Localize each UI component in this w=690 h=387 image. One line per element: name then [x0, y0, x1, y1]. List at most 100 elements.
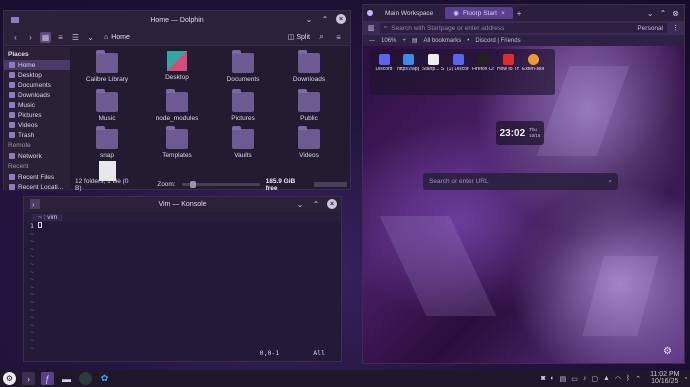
close-tab-icon[interactable]: ×	[501, 10, 505, 17]
app-launcher-icon[interactable]: ⚙	[3, 372, 16, 385]
dolphin-task-icon[interactable]: ▬	[60, 372, 73, 385]
bookmark-discord[interactable]: Discord | Friends	[475, 38, 520, 44]
wifi-icon[interactable]: ◠	[615, 375, 621, 383]
chevron-down-icon[interactable]: ⌄	[85, 32, 96, 43]
display-icon[interactable]: ▢	[591, 375, 598, 383]
place-network[interactable]: Network	[4, 151, 70, 161]
file-label: Downloads	[292, 76, 326, 83]
back-arrow-icon[interactable]: ‹	[10, 32, 21, 43]
show-desktop-icon[interactable]: ▫	[685, 375, 687, 382]
shortcut-tile[interactable]: Startp... Search	[422, 54, 444, 73]
maximize-chevron-icon[interactable]: ⌃	[660, 9, 667, 18]
minimize-chevron-icon[interactable]: ⌄	[647, 9, 654, 18]
konsole-task-icon[interactable]: ›	[22, 372, 35, 385]
close-icon[interactable]: ×	[336, 14, 346, 24]
zoom-slider[interactable]	[181, 181, 260, 188]
minimize-chevron-icon[interactable]: ⌄	[304, 14, 314, 24]
gear-icon[interactable]: ⚙	[663, 346, 674, 357]
dolphin-titlebar[interactable]: Home — Dolphin ⌄ ⌃ ×	[4, 11, 350, 29]
search-input[interactable]: Search or enter URL	[429, 178, 489, 185]
tab-main-workspace[interactable]: Main Workspace	[377, 7, 441, 19]
terminal-area[interactable]: 1 ~ ~ ~ ~ ~ ~ ~ ~ ~ ~ ~ ~ ~ ~ ~ ~ 0,0-1 …	[24, 222, 341, 361]
bluetooth-icon[interactable]: ᛒ	[626, 375, 630, 382]
konsole-titlebar[interactable]: › Vim — Konsole ⌄ ⌃ ×	[24, 197, 341, 212]
close-icon[interactable]: ⊗	[672, 9, 679, 18]
file-item[interactable]: snap	[77, 126, 137, 159]
zoom-level[interactable]: 106%	[381, 38, 396, 44]
file-item[interactable]: Downloads	[279, 50, 339, 83]
maximize-chevron-icon[interactable]: ⌃	[311, 199, 321, 209]
shortcut-tile[interactable]: https://app.ro...	[397, 54, 419, 73]
remote-header: Remote	[8, 142, 31, 149]
steam-tray-icon[interactable]: ◐	[550, 375, 554, 382]
file-item[interactable]: Public	[279, 89, 339, 122]
bookmarks-folder-icon: ▤	[411, 38, 418, 44]
maximize-chevron-icon[interactable]: ⌃	[320, 14, 330, 24]
shortcut-tile[interactable]: (1) Discord | Fri...	[447, 54, 469, 73]
shortcut-tile[interactable]: Firefox Color	[472, 54, 494, 73]
file-item[interactable]: Templates	[147, 126, 207, 159]
shortcut-tile[interactable]: Exten-sions	[522, 54, 544, 73]
konsole-tab[interactable]: ~ : vim	[24, 212, 341, 222]
volume-icon[interactable]: ♪	[583, 375, 587, 382]
file-item[interactable]: Pictures	[213, 89, 273, 122]
browser-task-icon[interactable]: ✿	[98, 372, 111, 385]
file-item[interactable]: Calibre Library	[77, 50, 137, 83]
container-persona[interactable]: Personal	[637, 25, 663, 32]
start-search-box[interactable]: Search or enter URL ⌕	[423, 173, 618, 190]
place-desktop[interactable]: Desktop	[4, 70, 70, 80]
desktop-icon	[9, 72, 15, 78]
close-icon[interactable]: ×	[327, 199, 337, 209]
chevron-up-icon[interactable]: ⌃	[635, 375, 641, 383]
menu-icon[interactable]: ≡	[333, 32, 344, 43]
file-label: Pictures	[231, 115, 255, 122]
network-icon	[9, 153, 15, 159]
sidebar-toggle-icon[interactable]: ▥	[368, 24, 375, 32]
obs-task-icon[interactable]	[79, 372, 92, 385]
place-recent-files[interactable]: Recent Files	[4, 172, 70, 182]
all-bookmarks[interactable]: All bookmarks	[424, 38, 462, 44]
file-item[interactable]: Music	[77, 89, 137, 122]
zoom-in-button[interactable]: +	[402, 38, 406, 44]
file-item[interactable]: Documents	[213, 50, 273, 83]
place-music[interactable]: Music	[4, 100, 70, 110]
floorp-task-icon[interactable]: ƒ	[41, 372, 54, 385]
place-home[interactable]: Home	[4, 60, 70, 70]
forward-arrow-icon[interactable]: ›	[25, 32, 36, 43]
zoom-slider-handle[interactable]	[189, 181, 196, 188]
videos-icon	[9, 122, 15, 128]
place-pictures[interactable]: Pictures	[4, 110, 70, 120]
split-label: Split	[296, 33, 310, 41]
shortcut-tile[interactable]: How to Theme Kons...	[497, 54, 519, 73]
split-button[interactable]: ◫ Split	[288, 33, 310, 42]
compact-view-icon[interactable]: ≡	[55, 32, 66, 43]
clipboard-icon[interactable]: ▤	[560, 375, 567, 383]
place-documents[interactable]: Documents	[4, 80, 70, 90]
taskbar-clock[interactable]: 11:02 PM 10/16/25	[650, 371, 679, 385]
place-videos[interactable]: Videos	[4, 120, 70, 130]
minimize-chevron-icon[interactable]: ⌄	[295, 199, 305, 209]
battery-icon[interactable]: ▭	[571, 375, 578, 383]
place-trash[interactable]: Trash	[4, 130, 70, 140]
place-recent-locations[interactable]: Recent Locati...	[4, 182, 70, 192]
search-icon[interactable]: ⌕	[608, 178, 612, 186]
zoom-out-button[interactable]: —	[369, 38, 375, 44]
breadcrumb[interactable]: ⌂ Home	[104, 34, 130, 41]
discord-tray-icon[interactable]: ◙	[541, 375, 545, 382]
tab-floorp-start[interactable]: ◉ Floorp Start ×	[445, 7, 513, 19]
url-input[interactable]: Search with Startpage or enter address	[391, 25, 504, 32]
workspace-icon[interactable]	[367, 10, 373, 16]
search-icon[interactable]: ⌕	[316, 32, 327, 43]
file-item[interactable]: Desktop	[147, 51, 207, 81]
file-item[interactable]: Videos	[279, 126, 339, 159]
icons-view-icon[interactable]: ▦	[40, 31, 51, 43]
shortcut-tile[interactable]: Discord	[374, 54, 394, 73]
file-item[interactable]: node_modules	[147, 89, 207, 122]
notifications-icon[interactable]: ▲	[603, 375, 610, 382]
extensions-icon[interactable]: ⋮	[672, 24, 679, 32]
details-view-icon[interactable]: ☰	[70, 32, 81, 43]
place-downloads[interactable]: Downloads	[4, 90, 70, 100]
new-tab-icon[interactable]: +	[517, 9, 522, 18]
file-item[interactable]: Vaults	[213, 126, 273, 159]
url-bar[interactable]: ⌕ Search with Startpage or enter address…	[379, 23, 667, 33]
